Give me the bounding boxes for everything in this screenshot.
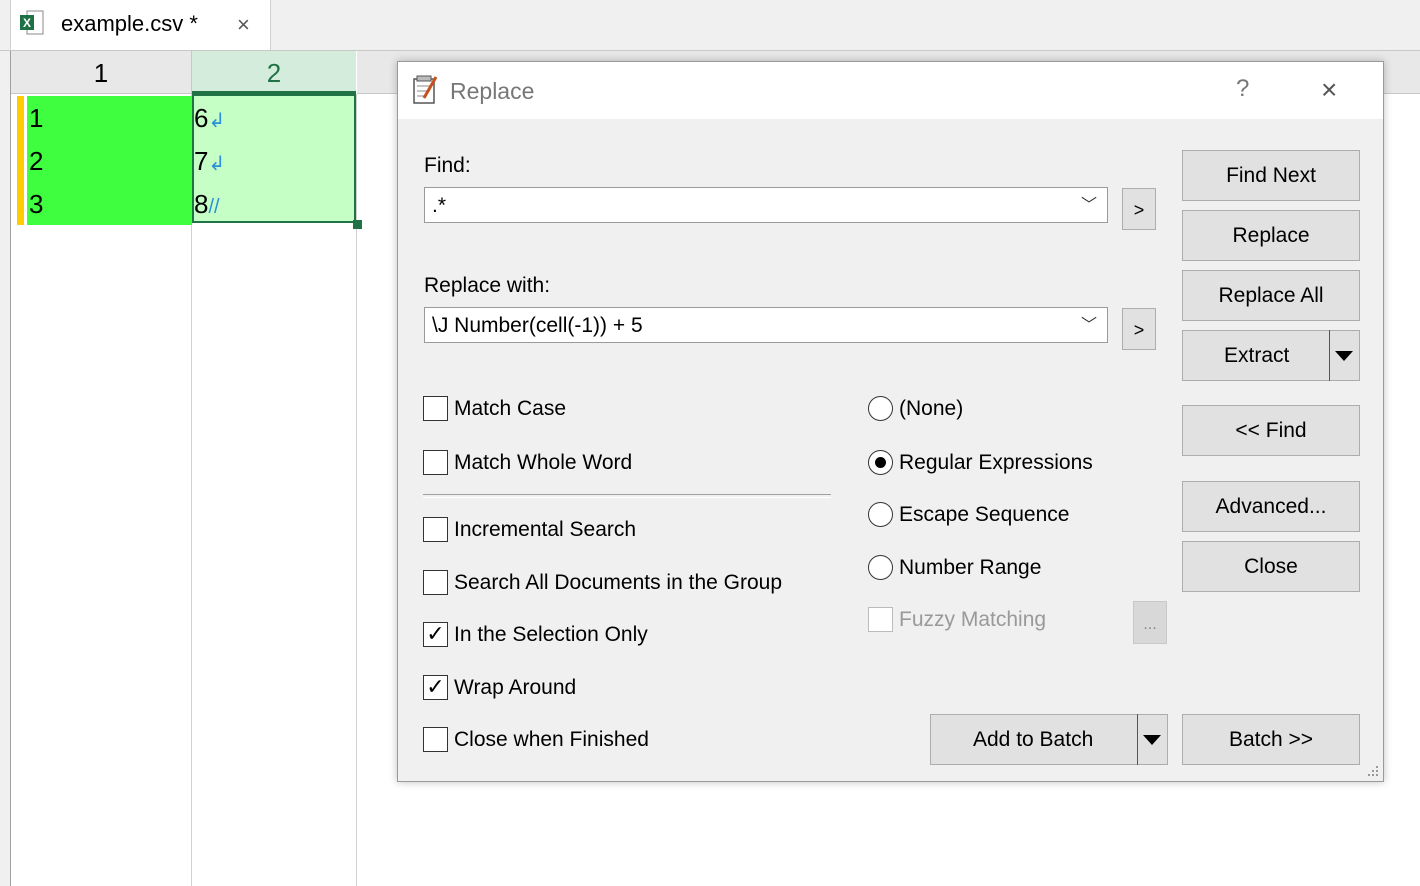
find-expand-button[interactable]: >	[1122, 188, 1156, 230]
tab-bar: X example.csv * ×	[0, 0, 1420, 51]
extract-label: Extract	[1224, 344, 1290, 367]
search-all-documents-checkbox[interactable]	[423, 570, 448, 595]
close-icon[interactable]: ×	[1321, 74, 1337, 106]
regex-radio[interactable]	[868, 450, 893, 475]
number-range-label: Number Range	[899, 556, 1042, 579]
excel-file-icon: X	[20, 10, 44, 35]
cell[interactable]: 6↲	[194, 96, 354, 139]
fill-handle[interactable]	[353, 220, 362, 229]
find-value: .*	[432, 194, 447, 217]
incremental-search-label: Incremental Search	[454, 518, 637, 541]
find-input[interactable]: .* ﹀	[424, 187, 1108, 223]
replace-value: \J Number(cell(-1)) + 5	[432, 314, 643, 337]
find-next-button[interactable]: Find Next	[1182, 150, 1360, 201]
number-range-radio[interactable]	[868, 555, 893, 580]
escape-sequence-radio[interactable]	[868, 502, 893, 527]
replace-dialog: Replace ? × Find: .* ﹀ > Replace with: \…	[397, 61, 1384, 782]
separator	[423, 494, 831, 498]
close-button[interactable]: Close	[1182, 541, 1360, 592]
dialog-title: Replace	[450, 78, 535, 104]
column-divider	[356, 94, 357, 886]
replace-all-button[interactable]: Replace All	[1182, 270, 1360, 321]
advanced-button[interactable]: Advanced...	[1182, 481, 1360, 532]
replace-input[interactable]: \J Number(cell(-1)) + 5 ﹀	[424, 307, 1108, 343]
eof-mark-icon: //	[208, 196, 220, 218]
search-all-documents-label: Search All Documents in the Group	[454, 571, 783, 594]
tab-title: example.csv *	[61, 11, 198, 36]
chevron-down-icon[interactable]: ﹀	[1081, 308, 1097, 344]
dropdown-arrow-icon[interactable]	[1335, 351, 1353, 361]
add-to-batch-label: Add to Batch	[973, 728, 1094, 751]
bookmark-bar	[17, 96, 24, 225]
cell[interactable]: 7↲	[194, 139, 354, 182]
cell[interactable]: 2	[27, 139, 192, 182]
checkmark-icon: ✓	[426, 674, 445, 699]
fuzzy-options-button: ...	[1133, 601, 1167, 644]
selection-only-label: In the Selection Only	[454, 623, 648, 646]
match-case-label: Match Case	[454, 397, 567, 420]
match-whole-word-checkbox[interactable]	[423, 450, 448, 475]
extract-button[interactable]: Extract	[1182, 330, 1360, 381]
batch-button[interactable]: Batch >>	[1182, 714, 1360, 765]
newline-mark-icon: ↲	[208, 110, 226, 132]
close-when-finished-label: Close when Finished	[454, 728, 649, 751]
newline-mark-icon: ↲	[208, 153, 226, 175]
svg-text:X: X	[23, 16, 31, 30]
wrap-around-label: Wrap Around	[454, 676, 577, 699]
help-icon[interactable]: ?	[1236, 75, 1249, 103]
chevron-down-icon[interactable]: ﹀	[1081, 188, 1097, 224]
tab-close-icon[interactable]: ×	[237, 12, 250, 38]
close-when-finished-checkbox[interactable]	[423, 727, 448, 752]
replace-label: Replace with:	[424, 274, 551, 297]
checkmark-icon: ✓	[426, 621, 445, 646]
fuzzy-matching-label: Fuzzy Matching	[899, 608, 1047, 631]
regex-radio-label: Regular Expressions	[899, 451, 1093, 474]
none-radio-label: (None)	[899, 397, 964, 420]
match-whole-word-label: Match Whole Word	[454, 451, 633, 474]
find-mode-button[interactable]: << Find	[1182, 405, 1360, 456]
dialog-titlebar[interactable]: Replace ? ×	[398, 62, 1383, 119]
cell[interactable]: 8//	[194, 182, 354, 225]
wrap-around-checkbox[interactable]: ✓	[423, 675, 448, 700]
split-divider	[1329, 330, 1330, 381]
column-header-2[interactable]: 2	[192, 51, 356, 94]
dropdown-arrow-icon[interactable]	[1143, 735, 1161, 745]
split-divider	[1137, 714, 1138, 765]
replace-button[interactable]: Replace	[1182, 210, 1360, 261]
fuzzy-matching-checkbox	[868, 607, 893, 632]
document-tab[interactable]: X example.csv * ×	[10, 0, 271, 50]
escape-sequence-label: Escape Sequence	[899, 503, 1070, 526]
add-to-batch-button[interactable]: Add to Batch	[930, 714, 1168, 765]
column-header-1[interactable]: 1	[11, 51, 192, 94]
match-case-checkbox[interactable]	[423, 396, 448, 421]
resize-grip-icon[interactable]	[1366, 764, 1380, 778]
notepad-pen-icon	[413, 75, 438, 104]
replace-expand-button[interactable]: >	[1122, 308, 1156, 350]
find-label: Find:	[424, 154, 471, 177]
selection-only-checkbox[interactable]: ✓	[423, 622, 448, 647]
incremental-search-checkbox[interactable]	[423, 517, 448, 542]
none-radio[interactable]	[868, 396, 893, 421]
cell[interactable]: 1	[27, 96, 192, 139]
cell[interactable]: 3	[27, 182, 192, 225]
radio-dot	[875, 457, 886, 468]
